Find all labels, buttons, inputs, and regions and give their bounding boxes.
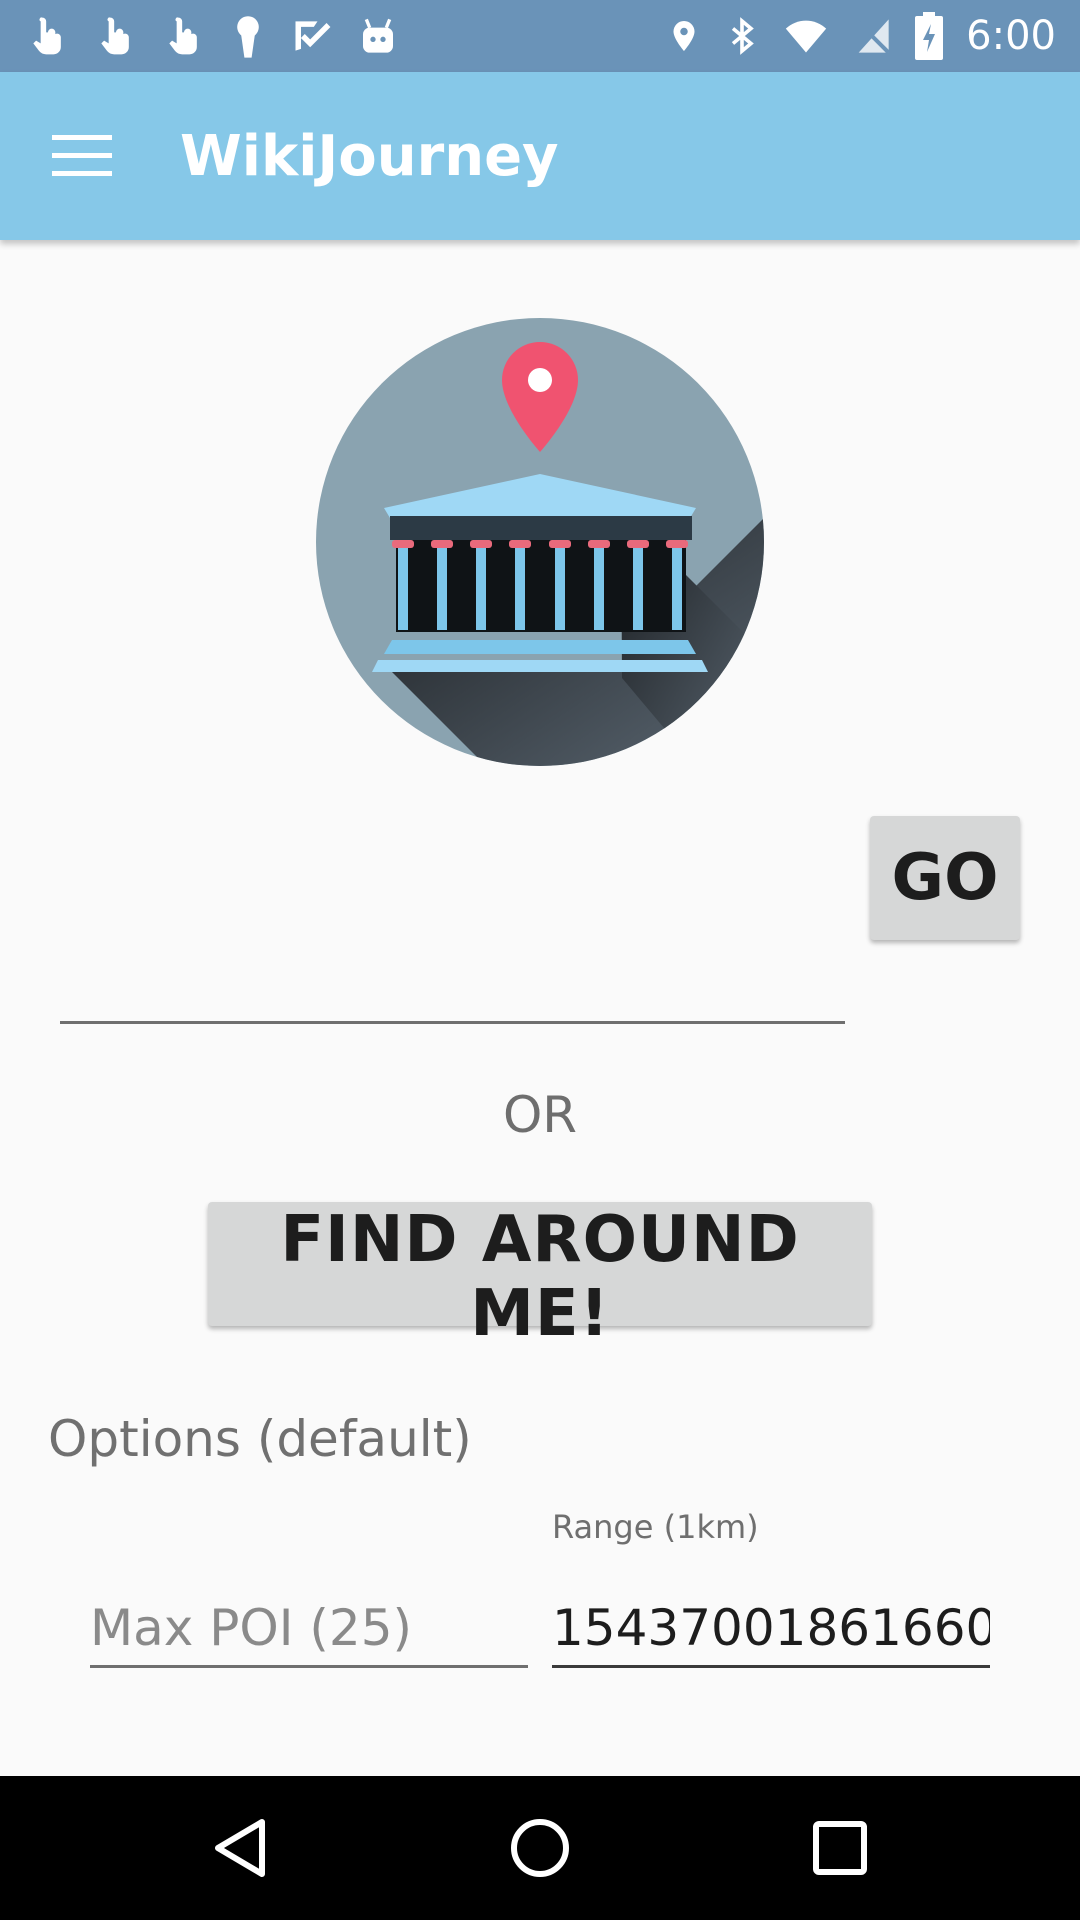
recents-button[interactable] — [770, 1776, 910, 1920]
android-icon — [363, 18, 393, 53]
status-bar: 6:00 — [0, 0, 1080, 72]
status-time: 6:00 — [966, 13, 1056, 59]
back-button[interactable] — [170, 1776, 310, 1920]
system-indicators: 6:00 — [666, 10, 1056, 62]
location-icon — [673, 21, 695, 51]
back-icon — [215, 1819, 265, 1877]
range-label: Range (1km) — [552, 1508, 759, 1546]
home-button[interactable] — [470, 1776, 610, 1920]
app-bar: WikiJourney — [0, 72, 1080, 240]
check-icon — [295, 21, 331, 51]
find-around-me-button[interactable]: FIND AROUND ME! — [208, 1202, 872, 1351]
range-input[interactable] — [552, 1590, 990, 1668]
recents-icon — [813, 1821, 867, 1875]
max-poi-input[interactable] — [90, 1590, 528, 1668]
navigation-bar — [0, 1776, 1080, 1920]
touch-icon — [169, 17, 197, 55]
or-label: OR — [502, 1086, 578, 1144]
keyhole-icon — [237, 16, 259, 58]
options-title: Options (default) — [48, 1410, 472, 1468]
go-button[interactable]: GO — [870, 816, 1020, 940]
app-title: WikiJourney — [180, 124, 559, 189]
home-icon — [511, 1819, 569, 1877]
bluetooth-icon — [732, 17, 754, 55]
battery-icon — [915, 12, 944, 60]
touch-icon — [33, 17, 61, 55]
menu-icon[interactable] — [52, 135, 112, 177]
touch-icon — [101, 17, 129, 55]
search-input[interactable] — [60, 960, 845, 1024]
notification-icons — [26, 12, 398, 60]
wifi-icon — [786, 20, 827, 53]
no-sim-icon — [855, 19, 891, 55]
wikijourney-logo — [316, 318, 764, 766]
